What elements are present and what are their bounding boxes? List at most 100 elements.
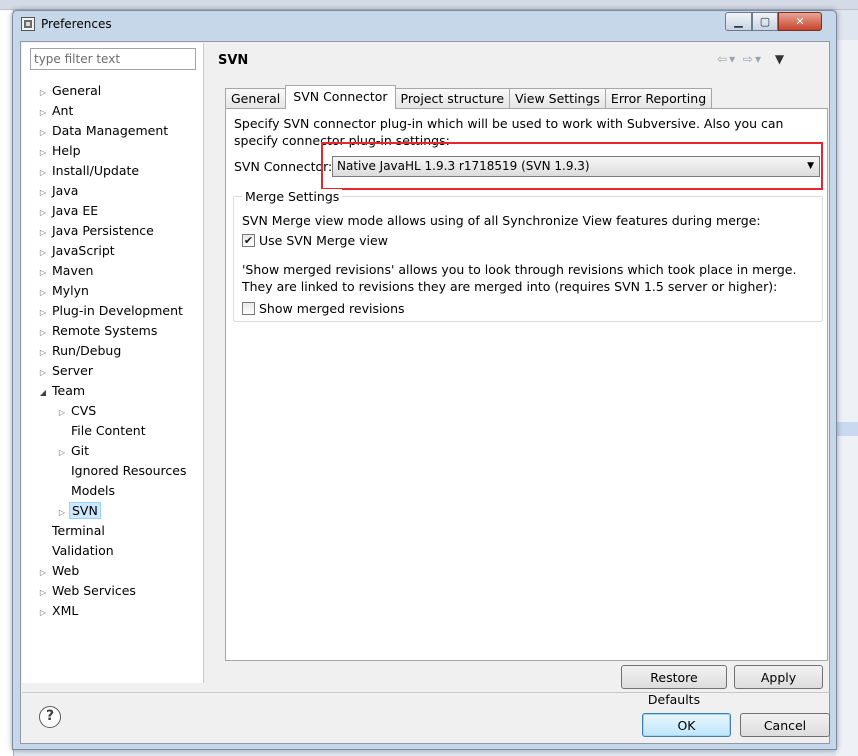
use-svn-merge-view-checkbox[interactable]: ✔ Use SVN Merge view [242, 233, 388, 248]
dialog-client-area: ▷General▷Ant▷Data Management▷Help▷Instal… [20, 41, 830, 744]
tab-general[interactable]: General [225, 88, 287, 109]
tree-item-label: Java [52, 183, 79, 198]
tree-item-run-debug[interactable]: ▷ Run/Debug [36, 341, 123, 361]
tree-item-label: Models [71, 483, 116, 498]
tree-item-label: SVN [69, 502, 101, 519]
collapsed-arrow-icon[interactable]: ▷ [55, 403, 69, 423]
highlight-annotation-box [321, 142, 823, 190]
back-arrow-icon[interactable]: ⇦ [717, 52, 729, 66]
collapsed-arrow-icon[interactable]: ▷ [36, 183, 50, 203]
view-menu-icon[interactable]: ▼ [775, 52, 786, 66]
collapsed-arrow-icon[interactable]: ▷ [36, 143, 50, 163]
tree-item-git[interactable]: ▷ Git [55, 441, 91, 461]
page-title: SVN [218, 53, 249, 68]
collapsed-arrow-icon[interactable]: ▷ [36, 283, 50, 303]
collapsed-arrow-icon[interactable]: ▷ [36, 163, 50, 183]
tree-item-label: Java Persistence [52, 223, 154, 238]
forward-arrow-icon[interactable]: ⇨ [743, 52, 755, 66]
cancel-button[interactable]: Cancel [740, 713, 830, 737]
tree-item-ant[interactable]: ▷ Ant [36, 101, 75, 121]
tree-item-data-management[interactable]: ▷ Data Management [36, 121, 170, 141]
help-icon[interactable]: ? [39, 706, 61, 728]
tree-item-plug-in-development[interactable]: ▷ Plug-in Development [36, 301, 185, 321]
tree-item-label: File Content [71, 423, 146, 438]
tree-item-label: Server [52, 363, 93, 378]
tree-item-label: General [52, 83, 102, 98]
collapsed-arrow-icon[interactable]: ▷ [36, 603, 50, 623]
page-navigation: ⇦▾ ⇨▾ ▼ [717, 52, 786, 66]
ide-toolbar-background [0, 0, 858, 10]
filter-input[interactable] [30, 48, 196, 70]
collapsed-arrow-icon[interactable]: ▷ [36, 343, 50, 363]
tree-item-remote-systems[interactable]: ▷ Remote Systems [36, 321, 159, 341]
tab-error-reporting[interactable]: Error Reporting [604, 88, 713, 109]
ok-button[interactable]: OK [642, 713, 731, 737]
tree-item-java-persistence[interactable]: ▷ Java Persistence [36, 221, 156, 241]
restore-defaults-button[interactable]: Restore Defaults [621, 665, 727, 707]
apply-button[interactable]: Apply [734, 665, 823, 689]
collapsed-arrow-icon[interactable]: ▷ [55, 503, 69, 523]
collapsed-arrow-icon[interactable]: ▷ [36, 103, 50, 123]
tree-item-file-content[interactable]: File Content [55, 421, 148, 441]
tree-item-label: Team [52, 383, 86, 398]
tab-project-structure[interactable]: Project structure [394, 88, 511, 109]
forward-dropdown-icon[interactable]: ▾ [755, 52, 763, 66]
tree-item-team[interactable]: ◢ Team [36, 381, 87, 401]
tree-item-install-update[interactable]: ▷ Install/Update [36, 161, 141, 181]
tree-item-xml[interactable]: ▷ XML [36, 601, 80, 621]
tree-item-terminal[interactable]: Terminal [36, 521, 107, 541]
collapsed-arrow-icon[interactable]: ▷ [36, 583, 50, 603]
tree-item-java[interactable]: ▷ Java [36, 181, 80, 201]
collapsed-arrow-icon[interactable]: ▷ [55, 443, 69, 463]
tree-item-web[interactable]: ▷ Web [36, 561, 81, 581]
back-dropdown-icon[interactable]: ▾ [729, 52, 737, 66]
show-merged-check-icon[interactable] [242, 302, 255, 315]
ide-line-highlight [836, 422, 858, 436]
tab-view-settings[interactable]: View Settings [509, 88, 606, 109]
tree-item-svn[interactable]: ▷ SVN [55, 501, 101, 521]
tree-item-server[interactable]: ▷ Server [36, 361, 95, 381]
tree-item-java-ee[interactable]: ▷ Java EE [36, 201, 100, 221]
minimize-button[interactable]: ▁ [725, 12, 752, 31]
collapsed-arrow-icon[interactable]: ▷ [36, 243, 50, 263]
tree-item-validation[interactable]: Validation [36, 541, 116, 561]
tree-item-cvs[interactable]: ▷ CVS [55, 401, 98, 421]
tree-item-label: Ant [52, 103, 74, 118]
merge-settings-group: Merge Settings SVN Merge view mode allow… [233, 189, 823, 322]
collapsed-arrow-icon[interactable]: ▷ [36, 323, 50, 343]
tree-item-maven[interactable]: ▷ Maven [36, 261, 95, 281]
tree-item-general[interactable]: ▷ General [36, 81, 103, 101]
tree-item-mylyn[interactable]: ▷ Mylyn [36, 281, 91, 301]
tree-item-label: Help [52, 143, 81, 158]
collapsed-arrow-icon[interactable]: ▷ [36, 123, 50, 143]
window-title: Preferences [41, 17, 112, 31]
tree-item-javascript[interactable]: ▷ JavaScript [36, 241, 117, 261]
collapsed-arrow-icon[interactable]: ▷ [36, 263, 50, 283]
ide-right-background [836, 40, 858, 756]
tab-bar: General SVN Connector Project structure Vie… [225, 85, 713, 109]
collapsed-arrow-icon[interactable]: ▷ [36, 563, 50, 583]
expanded-arrow-icon[interactable]: ◢ [36, 383, 50, 403]
title-bar[interactable]: Preferences ▁ ▢ ✕ [13, 11, 836, 37]
maximize-icon: ▢ [759, 15, 771, 28]
collapsed-arrow-icon[interactable]: ▷ [36, 83, 50, 103]
collapsed-arrow-icon[interactable]: ▷ [36, 203, 50, 223]
collapsed-arrow-icon[interactable]: ▷ [36, 303, 50, 323]
use-merge-view-check-icon[interactable]: ✔ [242, 234, 255, 247]
tree-item-models[interactable]: Models [55, 481, 117, 501]
collapsed-arrow-icon[interactable]: ▷ [36, 223, 50, 243]
show-merged-revisions-checkbox[interactable]: Show merged revisions [242, 301, 405, 316]
close-button[interactable]: ✕ [778, 12, 822, 31]
tree-item-ignored-resources[interactable]: Ignored Resources [55, 461, 189, 481]
use-merge-view-label: Use SVN Merge view [259, 233, 388, 248]
merge-view-description: SVN Merge view mode allows using of all … [242, 213, 761, 228]
show-merged-description: 'Show merged revisions' allows you to lo… [242, 262, 797, 294]
preference-tree-panel: ▷General▷Ant▷Data Management▷Help▷Instal… [22, 43, 204, 683]
tree-item-help[interactable]: ▷ Help [36, 141, 83, 161]
maximize-button[interactable]: ▢ [752, 12, 778, 31]
tree-item-web-services[interactable]: ▷ Web Services [36, 581, 138, 601]
footer-separator [22, 692, 830, 693]
collapsed-arrow-icon[interactable]: ▷ [36, 363, 50, 383]
tab-svn-connector[interactable]: SVN Connector [285, 85, 396, 109]
tree-item-label: Remote Systems [52, 323, 158, 338]
